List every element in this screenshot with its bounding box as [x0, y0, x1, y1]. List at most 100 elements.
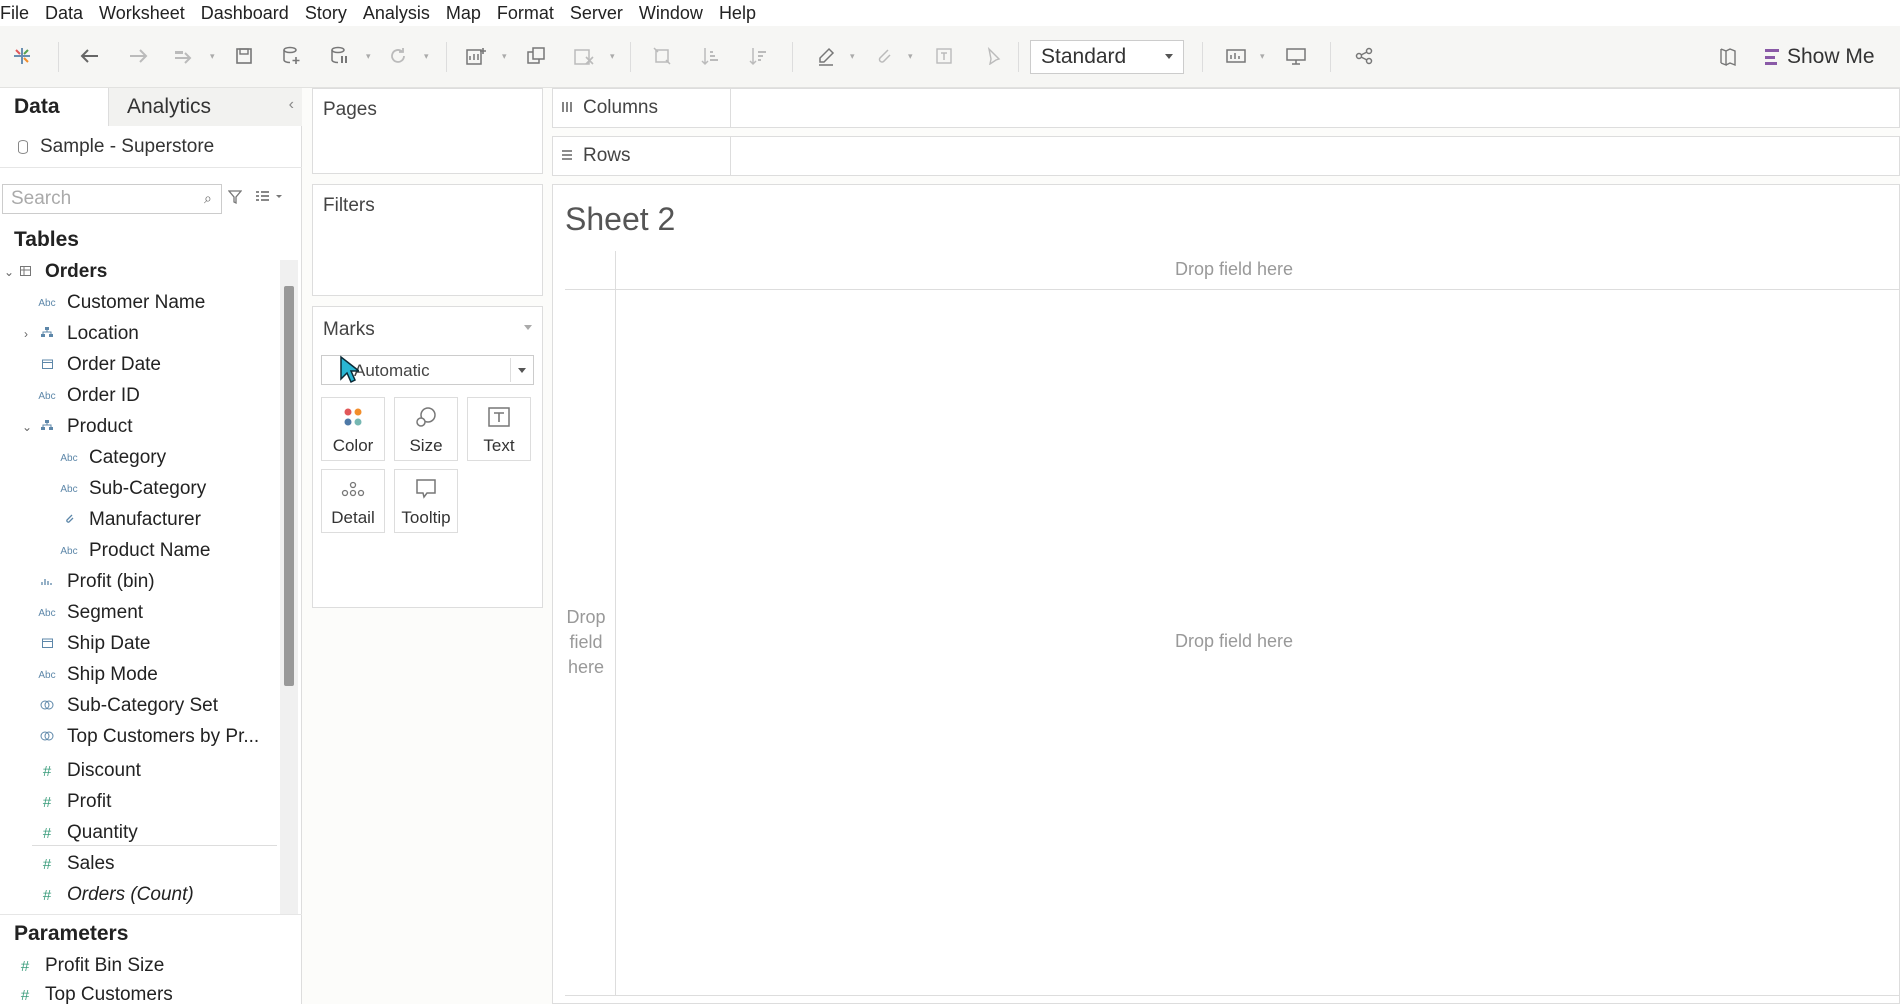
search-row: ⌕: [0, 184, 302, 216]
show-me-button[interactable]: Show Me: [1765, 44, 1875, 70]
highlight-caret-icon[interactable]: ▾: [850, 52, 858, 61]
tab-data[interactable]: Data: [0, 88, 108, 126]
sheet-title[interactable]: Sheet 2: [565, 201, 675, 238]
clear-caret-icon[interactable]: ▾: [610, 52, 618, 61]
field-sub-category-set[interactable]: Sub-Category Set: [0, 692, 280, 720]
save-icon[interactable]: [228, 40, 260, 72]
string-type-icon: Abc: [38, 669, 56, 681]
parameter-profit-bin-size[interactable]: # Profit Bin Size: [0, 952, 280, 980]
group-caret-icon[interactable]: ▾: [908, 52, 916, 61]
field-profit-bin[interactable]: Profit (bin): [0, 568, 280, 596]
chevron-right-icon[interactable]: ›: [24, 327, 28, 341]
field-list-scrollbar-thumb[interactable]: [284, 286, 294, 686]
field-product-name[interactable]: Abc Product Name: [0, 537, 280, 565]
field-product[interactable]: ⌄ Product: [0, 413, 280, 441]
table-orders[interactable]: ⌄ Orders: [0, 258, 280, 286]
share-icon[interactable]: [1348, 40, 1380, 72]
sort-descending-icon[interactable]: [742, 40, 774, 72]
undo-icon[interactable]: [74, 40, 106, 72]
field-order-id[interactable]: Abc Order ID: [0, 382, 280, 410]
presentation-mode-icon[interactable]: [1280, 40, 1312, 72]
field-ship-mode[interactable]: Abc Ship Mode: [0, 661, 280, 689]
tableau-logo-icon[interactable]: [6, 40, 38, 72]
rows-drop-zone[interactable]: Drop field here: [561, 605, 611, 680]
new-sheet-caret-icon[interactable]: ▾: [502, 52, 510, 61]
show-cards-icon[interactable]: [1220, 40, 1252, 72]
tab-analytics[interactable]: Analytics: [108, 88, 302, 126]
menu-window[interactable]: Window: [639, 0, 703, 26]
swap-icon[interactable]: [646, 40, 678, 72]
search-icon[interactable]: ⌕: [204, 190, 212, 207]
detail-button[interactable]: Detail: [321, 469, 385, 533]
menu-dashboard[interactable]: Dashboard: [201, 0, 289, 26]
chevron-down-icon[interactable]: ⌄: [22, 420, 32, 434]
field-top-customers-set[interactable]: Top Customers by Pr...: [0, 723, 280, 751]
mouse-cursor-icon: [340, 355, 359, 384]
field-quantity[interactable]: # Quantity: [0, 819, 280, 847]
menu-map[interactable]: Map: [446, 0, 481, 26]
redo-icon[interactable]: [122, 40, 154, 72]
chevron-down-icon[interactable]: ⌄: [4, 265, 14, 279]
view-options-icon[interactable]: [256, 189, 284, 206]
text-button[interactable]: Text: [467, 397, 531, 461]
field-category[interactable]: Abc Category: [0, 444, 280, 472]
menu-data[interactable]: Data: [45, 0, 83, 26]
size-button[interactable]: Size: [394, 397, 458, 461]
measure-icon: #: [42, 824, 52, 842]
highlight-icon[interactable]: [810, 40, 842, 72]
replay-caret-icon[interactable]: ▾: [210, 52, 218, 61]
search-input[interactable]: [2, 184, 222, 214]
datasource-item[interactable]: Sample - Superstore: [0, 126, 302, 168]
clear-sheet-icon[interactable]: [568, 40, 600, 72]
menu-analysis[interactable]: Analysis: [363, 0, 430, 26]
columns-shelf[interactable]: Columns: [552, 88, 1900, 128]
filters-shelf[interactable]: Filters: [312, 184, 543, 296]
field-discount[interactable]: # Discount: [0, 757, 280, 785]
field-sales[interactable]: # Sales: [0, 850, 280, 878]
field-profit[interactable]: # Profit: [0, 788, 280, 816]
filter-icon[interactable]: [227, 189, 243, 210]
refresh-caret-icon[interactable]: ▾: [424, 52, 432, 61]
sort-ascending-icon[interactable]: [694, 40, 726, 72]
pause-caret-icon[interactable]: ▾: [366, 52, 374, 61]
menu-file[interactable]: File: [0, 0, 29, 26]
show-cards-caret-icon[interactable]: ▾: [1260, 52, 1268, 61]
collapse-pane-icon[interactable]: ‹: [289, 96, 294, 114]
menu-server[interactable]: Server: [570, 0, 623, 26]
field-sub-category[interactable]: Abc Sub-Category: [0, 475, 280, 503]
refresh-icon[interactable]: [382, 40, 414, 72]
menu-worksheet[interactable]: Worksheet: [99, 0, 185, 26]
field-ship-date[interactable]: Ship Date: [0, 630, 280, 658]
field-order-date[interactable]: Order Date: [0, 351, 280, 379]
menu-story[interactable]: Story: [305, 0, 347, 26]
field-orders-count[interactable]: # Orders (Count): [0, 881, 280, 909]
tooltip-button[interactable]: Tooltip: [394, 469, 458, 533]
columns-drop-zone[interactable]: Drop field here: [1175, 259, 1293, 280]
new-worksheet-icon[interactable]: [460, 40, 492, 72]
marks-menu-caret-icon[interactable]: [524, 325, 532, 330]
field-segment[interactable]: Abc Segment: [0, 599, 280, 627]
main-drop-zone[interactable]: Drop field here: [1175, 631, 1293, 652]
menu-format[interactable]: Format: [497, 0, 554, 26]
rows-shelf[interactable]: Rows: [552, 136, 1900, 176]
field-customer-name[interactable]: Abc Customer Name: [0, 289, 280, 317]
fix-axes-icon[interactable]: [976, 40, 1008, 72]
show-me-label: Show Me: [1787, 45, 1875, 68]
field-manufacturer[interactable]: Manufacturer: [0, 506, 280, 534]
fit-select[interactable]: Standard: [1030, 40, 1184, 74]
show-labels-icon[interactable]: [928, 40, 960, 72]
pages-shelf[interactable]: Pages: [312, 88, 543, 174]
duplicate-sheet-icon[interactable]: [520, 40, 552, 72]
field-label: Category: [89, 447, 167, 468]
pause-updates-icon[interactable]: [324, 40, 356, 72]
ask-data-icon[interactable]: [1712, 40, 1744, 72]
menu-help[interactable]: Help: [719, 0, 756, 26]
new-datasource-icon[interactable]: [276, 40, 308, 72]
field-location[interactable]: › Location: [0, 320, 280, 348]
group-members-icon[interactable]: [868, 40, 900, 72]
color-button[interactable]: Color: [321, 397, 385, 461]
parameter-top-customers[interactable]: # Top Customers: [0, 981, 280, 1004]
color-icon: [322, 406, 384, 428]
detail-label: Detail: [331, 508, 375, 527]
replay-icon[interactable]: [168, 40, 200, 72]
